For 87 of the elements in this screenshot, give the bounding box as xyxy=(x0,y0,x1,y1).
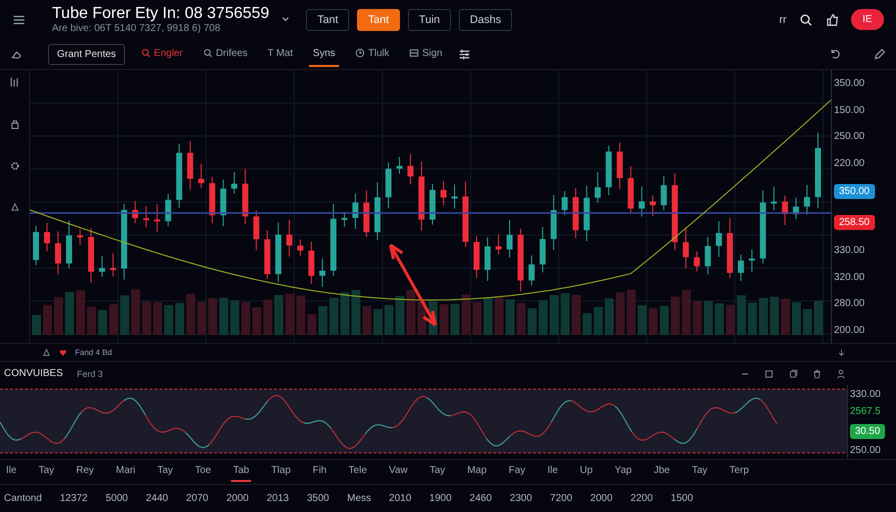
date-label[interactable]: Rey xyxy=(74,461,96,482)
date-label[interactable]: Fay xyxy=(506,461,528,482)
date-label[interactable]: Jbe xyxy=(652,461,672,482)
indicator-title: CONVUIBES xyxy=(4,368,63,380)
date-label[interactable]: Tay xyxy=(428,461,448,482)
tab[interactable]: Dashs xyxy=(458,8,512,31)
clock-icon xyxy=(355,48,366,58)
price-label: 250.00 xyxy=(834,131,865,142)
undo-icon[interactable] xyxy=(829,48,841,60)
price-tag: 350.00 xyxy=(834,184,875,200)
heart-icon xyxy=(59,348,67,357)
indicator-label: 330.00 xyxy=(850,388,881,400)
search-icon xyxy=(140,48,151,58)
footer-label: Cantond xyxy=(4,492,42,504)
date-label[interactable]: Ile xyxy=(4,461,19,482)
date-label[interactable]: Fih xyxy=(310,461,329,482)
pencil-icon[interactable] xyxy=(873,48,886,61)
date-label[interactable]: Up xyxy=(578,461,595,482)
footer-value: 1500 xyxy=(670,492,694,504)
footer-value: 2300 xyxy=(510,492,532,504)
filter-icon[interactable] xyxy=(458,48,472,61)
toolbar-item[interactable]: Sign xyxy=(405,42,446,67)
footer-value: 5000 xyxy=(106,492,128,504)
toolbar-item[interactable]: T Mat xyxy=(264,42,297,67)
expand-icon[interactable] xyxy=(837,348,846,358)
footer-value: 3500 xyxy=(306,492,330,504)
price-label: 320.00 xyxy=(834,272,865,283)
footer-value: 7200 xyxy=(550,492,572,504)
search-icon[interactable] xyxy=(798,12,813,27)
legend-text: Fand 4 Bd xyxy=(75,348,112,358)
price-tag: 258.50 xyxy=(834,214,875,230)
indicator-label: 2567.5 xyxy=(850,406,881,418)
window-title: Tube Forer Ety In: 08 3756559 xyxy=(52,5,270,24)
date-label[interactable]: Yap xyxy=(612,461,634,482)
date-label[interactable]: Tab xyxy=(231,461,252,482)
list-icon xyxy=(409,48,420,58)
indicator-tag: 30.50 xyxy=(850,424,886,439)
user-icon[interactable] xyxy=(836,368,846,379)
chart-icon[interactable] xyxy=(8,76,20,88)
footer-value: Mess xyxy=(347,492,372,504)
price-label: 150.00 xyxy=(834,104,865,116)
indicator-param: Ferd 3 xyxy=(76,368,103,379)
subtitle: Are bive: 06T 5140 7327, 9918 6) 708 xyxy=(52,23,222,34)
date-label[interactable]: Tlap xyxy=(269,461,293,482)
triangle-icon[interactable] xyxy=(10,202,20,212)
indicator-label: 250.00 xyxy=(850,445,881,456)
toolbar-item[interactable]: Engler xyxy=(136,42,187,67)
trash-icon[interactable] xyxy=(812,368,822,379)
copy-icon[interactable] xyxy=(788,368,798,379)
price-label: 220.00 xyxy=(834,158,865,169)
date-label[interactable]: Vaw xyxy=(386,461,410,482)
footer-value: 2000 xyxy=(226,492,249,504)
footer-value: 2000 xyxy=(590,492,613,504)
account-badge[interactable]: IE xyxy=(850,9,884,30)
search-icon xyxy=(202,48,213,58)
price-label: 350.00 xyxy=(834,78,865,90)
toolbar-item[interactable]: Syns xyxy=(308,42,340,67)
toolbar-text[interactable]: rr xyxy=(779,14,787,26)
date-label[interactable]: Tay xyxy=(690,461,710,482)
footer-value: 2440 xyxy=(146,492,168,504)
toolbar-item[interactable]: Tlulk xyxy=(351,42,394,67)
date-label[interactable]: Terp xyxy=(727,461,751,482)
square-icon[interactable] xyxy=(764,368,774,379)
date-label[interactable]: Toe xyxy=(192,461,214,482)
footer-value: 2200 xyxy=(630,492,653,504)
footer-value: 2070 xyxy=(186,492,208,504)
date-label[interactable]: Mari xyxy=(114,461,138,482)
footer-value: 2013 xyxy=(266,492,289,504)
price-label: 330.00 xyxy=(834,245,865,256)
triangle-icon[interactable] xyxy=(42,348,51,358)
date-label[interactable]: Map xyxy=(465,461,489,482)
footer-value: 12372 xyxy=(60,492,88,504)
price-label: 280.00 xyxy=(834,298,865,310)
date-label[interactable]: Tay xyxy=(155,461,175,482)
date-label[interactable]: Tele xyxy=(346,461,369,482)
tab[interactable]: Tant xyxy=(306,8,350,31)
toolbar-item[interactable]: Drifees xyxy=(198,42,252,67)
date-label[interactable]: Tay xyxy=(36,461,56,482)
footer-value: 2010 xyxy=(389,492,412,504)
footer-value: 2460 xyxy=(470,492,492,504)
price-label: 200.00 xyxy=(834,324,865,336)
primary-button[interactable]: Grant Pentes xyxy=(48,44,125,65)
thumbs-up-icon[interactable] xyxy=(824,12,839,27)
footer-value: 1900 xyxy=(429,492,452,504)
lock-icon[interactable] xyxy=(8,118,20,130)
tab[interactable]: Tuin xyxy=(408,8,451,31)
date-label[interactable]: Ile xyxy=(545,461,560,482)
